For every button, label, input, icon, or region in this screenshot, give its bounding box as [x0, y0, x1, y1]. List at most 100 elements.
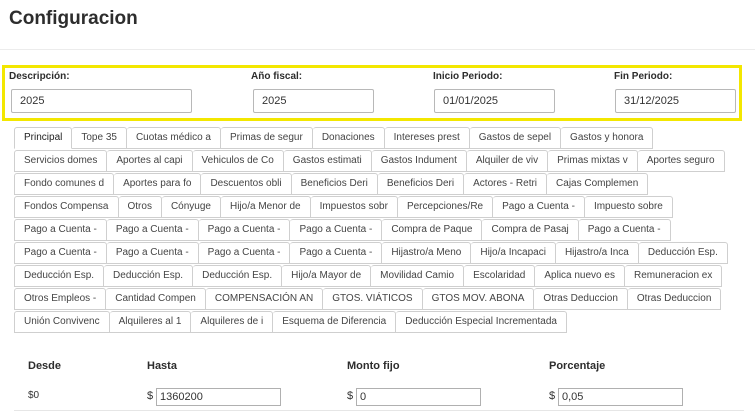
- inicio-periodo-input[interactable]: [434, 89, 555, 113]
- tab[interactable]: Alquileres de i: [191, 311, 274, 333]
- tab[interactable]: Primas de segur: [221, 127, 313, 149]
- currency-symbol: $: [147, 390, 154, 402]
- currency-symbol: $: [347, 390, 354, 402]
- tab-row: Deducción Esp. Deducción Esp. Deducción Es…: [14, 265, 744, 287]
- tab[interactable]: Aportes seguro: [637, 150, 725, 172]
- tab[interactable]: Alquileres al 1: [109, 311, 192, 333]
- tab[interactable]: Tope 35: [72, 127, 127, 149]
- tab[interactable]: Pago a Cuenta -: [290, 242, 383, 264]
- tab[interactable]: Descuentos obli: [201, 173, 292, 195]
- tab[interactable]: Otras Deduccion: [627, 288, 722, 310]
- tab[interactable]: Cajas Complemen: [547, 173, 649, 195]
- descripcion-label: Descripción:: [9, 71, 70, 82]
- tab[interactable]: Intereses prest: [384, 127, 470, 149]
- tab[interactable]: Hijo/a Incapaci: [471, 242, 556, 264]
- tab[interactable]: Impuesto sobre: [584, 196, 673, 218]
- cell-desde: $0: [28, 390, 40, 401]
- tab[interactable]: Aplica nuevo es: [535, 265, 625, 287]
- tab[interactable]: Gastos estimati: [283, 150, 372, 172]
- porcentaje-input[interactable]: [558, 388, 683, 406]
- config-tabs: Principal Tope 35 Cuotas médico a Primas de…: [14, 127, 744, 334]
- tab[interactable]: Escolaridad: [464, 265, 536, 287]
- monto-fijo-input[interactable]: [356, 388, 481, 406]
- tab[interactable]: Beneficios Deri: [377, 173, 465, 195]
- tab[interactable]: Deducción Esp.: [104, 265, 194, 287]
- descripcion-input[interactable]: [11, 89, 192, 113]
- tab-row: Otros Empleos - Cantidad Compen COMPENSACI…: [14, 288, 744, 310]
- tab[interactable]: Primas mixtas v: [548, 150, 638, 172]
- currency-symbol: $: [549, 390, 556, 402]
- monto-fijo-money-field: $: [347, 388, 482, 406]
- tab[interactable]: Pago a Cuenta -: [493, 196, 585, 218]
- tab-row: Fondo comunes d Aportes para fo Descuentos…: [14, 173, 744, 195]
- tab[interactable]: GTOS. VIÁTICOS: [323, 288, 423, 310]
- page-title: Configuracion: [9, 8, 138, 29]
- tab[interactable]: Hijo/a Mayor de: [282, 265, 372, 287]
- tab[interactable]: Fondo comunes d: [14, 173, 115, 195]
- tab[interactable]: Donaciones: [312, 127, 385, 149]
- hasta-input[interactable]: [156, 388, 281, 406]
- tab[interactable]: Deducción Esp.: [14, 265, 105, 287]
- tab-row: Unión Convivenc Alquileres al 1 Alquileres…: [14, 311, 744, 333]
- tab[interactable]: Gastos Indument: [371, 150, 467, 172]
- col-header-porcentaje: Porcentaje: [549, 360, 606, 372]
- col-header-hasta: Hasta: [147, 360, 177, 372]
- tab[interactable]: Percepciones/Re: [397, 196, 494, 218]
- period-form-panel: Descripción: Año fiscal: Inicio Periodo:…: [2, 65, 742, 121]
- tab[interactable]: COMPENSACIÓN AN: [205, 288, 324, 310]
- tab[interactable]: GTOS MOV. ABONA: [422, 288, 535, 310]
- tab[interactable]: Pago a Cuenta -: [290, 219, 383, 241]
- tab[interactable]: Esquema de Diferencia: [273, 311, 397, 333]
- tab[interactable]: Pago a Cuenta -: [198, 242, 291, 264]
- porcentaje-money-field: $: [549, 388, 684, 406]
- tab[interactable]: Remuneracion ex: [624, 265, 723, 287]
- tab[interactable]: Compra de Pasaj: [482, 219, 579, 241]
- tab[interactable]: Beneficios Deri: [291, 173, 378, 195]
- anio-fiscal-label: Año fiscal:: [251, 71, 303, 82]
- tab[interactable]: Pago a Cuenta -: [14, 219, 107, 241]
- tab[interactable]: Pago a Cuenta -: [578, 219, 671, 241]
- tab[interactable]: Deducción Esp.: [638, 242, 728, 264]
- anio-fiscal-input[interactable]: [253, 89, 374, 113]
- fin-periodo-input[interactable]: [615, 89, 736, 113]
- tab[interactable]: Pago a Cuenta -: [106, 242, 199, 264]
- tab[interactable]: Unión Convivenc: [14, 311, 110, 333]
- tab[interactable]: Hijastro/a Inca: [555, 242, 639, 264]
- tab[interactable]: Deducción Especial Incrementada: [396, 311, 567, 333]
- tab[interactable]: Cuotas médico a: [126, 127, 221, 149]
- title-divider: [0, 49, 755, 50]
- tab[interactable]: Cónyuge: [161, 196, 221, 218]
- tab[interactable]: Otros Empleos -: [14, 288, 107, 310]
- tab[interactable]: Aportes al capi: [107, 150, 193, 172]
- tab[interactable]: Vehiculos de Co: [192, 150, 284, 172]
- hasta-money-field: $: [147, 388, 282, 406]
- tab[interactable]: Gastos de sepel: [469, 127, 562, 149]
- tab-row: Pago a Cuenta - Pago a Cuenta - Pago a Cue…: [14, 219, 744, 241]
- col-header-monto-fijo: Monto fijo: [347, 360, 400, 372]
- tab[interactable]: Aportes para fo: [114, 173, 202, 195]
- tab[interactable]: Impuestos sobr: [310, 196, 398, 218]
- tab-row: Fondos Compensa Otros Cónyuge Hijo/a Menor …: [14, 196, 744, 218]
- tab[interactable]: Principal: [14, 127, 73, 149]
- inicio-periodo-label: Inicio Periodo:: [433, 71, 503, 82]
- tab[interactable]: Fondos Compensa: [14, 196, 119, 218]
- tab[interactable]: Movilidad Camio: [371, 265, 465, 287]
- tab[interactable]: Gastos y honora: [561, 127, 654, 149]
- tab[interactable]: Pago a Cuenta -: [106, 219, 199, 241]
- tab[interactable]: Pago a Cuenta -: [14, 242, 107, 264]
- tab[interactable]: Otras Deduccion: [534, 288, 628, 310]
- tab[interactable]: Alquiler de viv: [466, 150, 549, 172]
- tab[interactable]: Servicios domes: [14, 150, 108, 172]
- tab[interactable]: Actores - Retri: [464, 173, 548, 195]
- grid-row-divider: [14, 410, 744, 411]
- tab[interactable]: Deducción Esp.: [193, 265, 283, 287]
- tab[interactable]: Hijastro/a Meno: [382, 242, 472, 264]
- tab[interactable]: Hijo/a Menor de: [220, 196, 311, 218]
- col-header-desde: Desde: [28, 360, 62, 372]
- tab[interactable]: Compra de Paque: [382, 219, 483, 241]
- tab[interactable]: Cantidad Compen: [106, 288, 206, 310]
- tab[interactable]: Otros: [118, 196, 162, 218]
- tab[interactable]: Pago a Cuenta -: [198, 219, 291, 241]
- tab-row: Principal Tope 35 Cuotas médico a Primas de…: [14, 127, 744, 149]
- tab-row: Pago a Cuenta - Pago a Cuenta - Pago a Cue…: [14, 242, 744, 264]
